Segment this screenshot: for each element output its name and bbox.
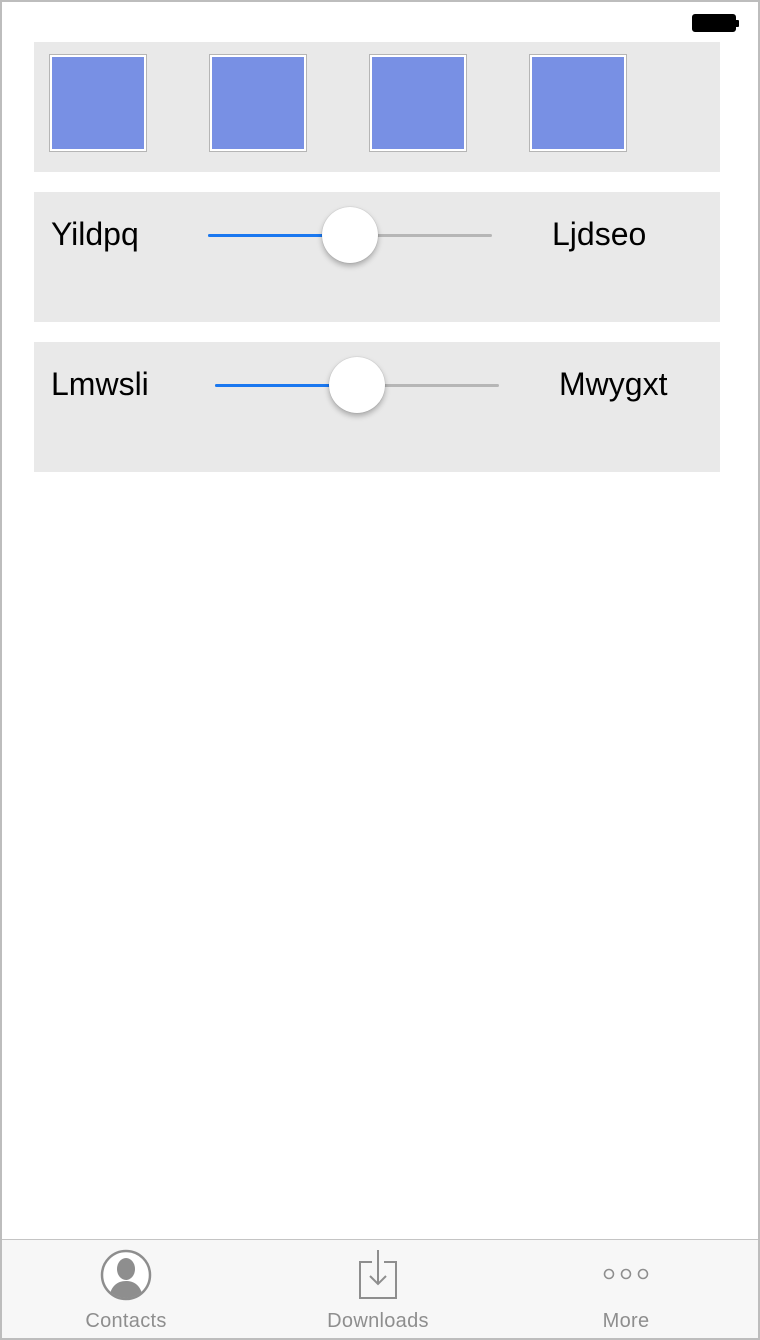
blue-square-4[interactable] xyxy=(529,54,627,152)
slider-1-right-label: Ljdseo xyxy=(552,216,647,252)
app-screen: Yildpq Ljdseo Lmwsli Mwygxt Contacts Dow… xyxy=(0,0,760,1340)
tab-more-label: More xyxy=(602,1310,650,1332)
tab-downloads-label: Downloads xyxy=(327,1310,429,1332)
slider-2-left-label: Lmwsli xyxy=(51,366,149,402)
tab-more[interactable]: More xyxy=(546,1240,706,1338)
tab-downloads[interactable]: Downloads xyxy=(298,1240,458,1338)
slider-panel-1: Yildpq Ljdseo xyxy=(34,192,720,322)
tab-contacts[interactable]: Contacts xyxy=(46,1240,206,1338)
tab-contacts-label: Contacts xyxy=(85,1310,167,1332)
slider-panel-2: Lmwsli Mwygxt xyxy=(34,342,720,472)
blue-square-2[interactable] xyxy=(209,54,307,152)
slider-1-left-label: Yildpq xyxy=(51,216,139,252)
slider-2-track[interactable] xyxy=(215,357,499,413)
battery-icon xyxy=(692,14,739,32)
slider-1-track[interactable] xyxy=(208,207,492,263)
squares-panel xyxy=(34,42,720,172)
downloads-icon xyxy=(351,1248,405,1307)
tab-bar: Contacts Downloads More xyxy=(2,1239,758,1338)
blue-square-3[interactable] xyxy=(369,54,467,152)
more-icon xyxy=(599,1248,653,1307)
slider-1-thumb[interactable] xyxy=(322,207,378,263)
blue-square-1[interactable] xyxy=(49,54,147,152)
slider-2-thumb[interactable] xyxy=(329,357,385,413)
slider-2-right-label: Mwygxt xyxy=(559,366,668,402)
contacts-icon xyxy=(99,1248,153,1307)
